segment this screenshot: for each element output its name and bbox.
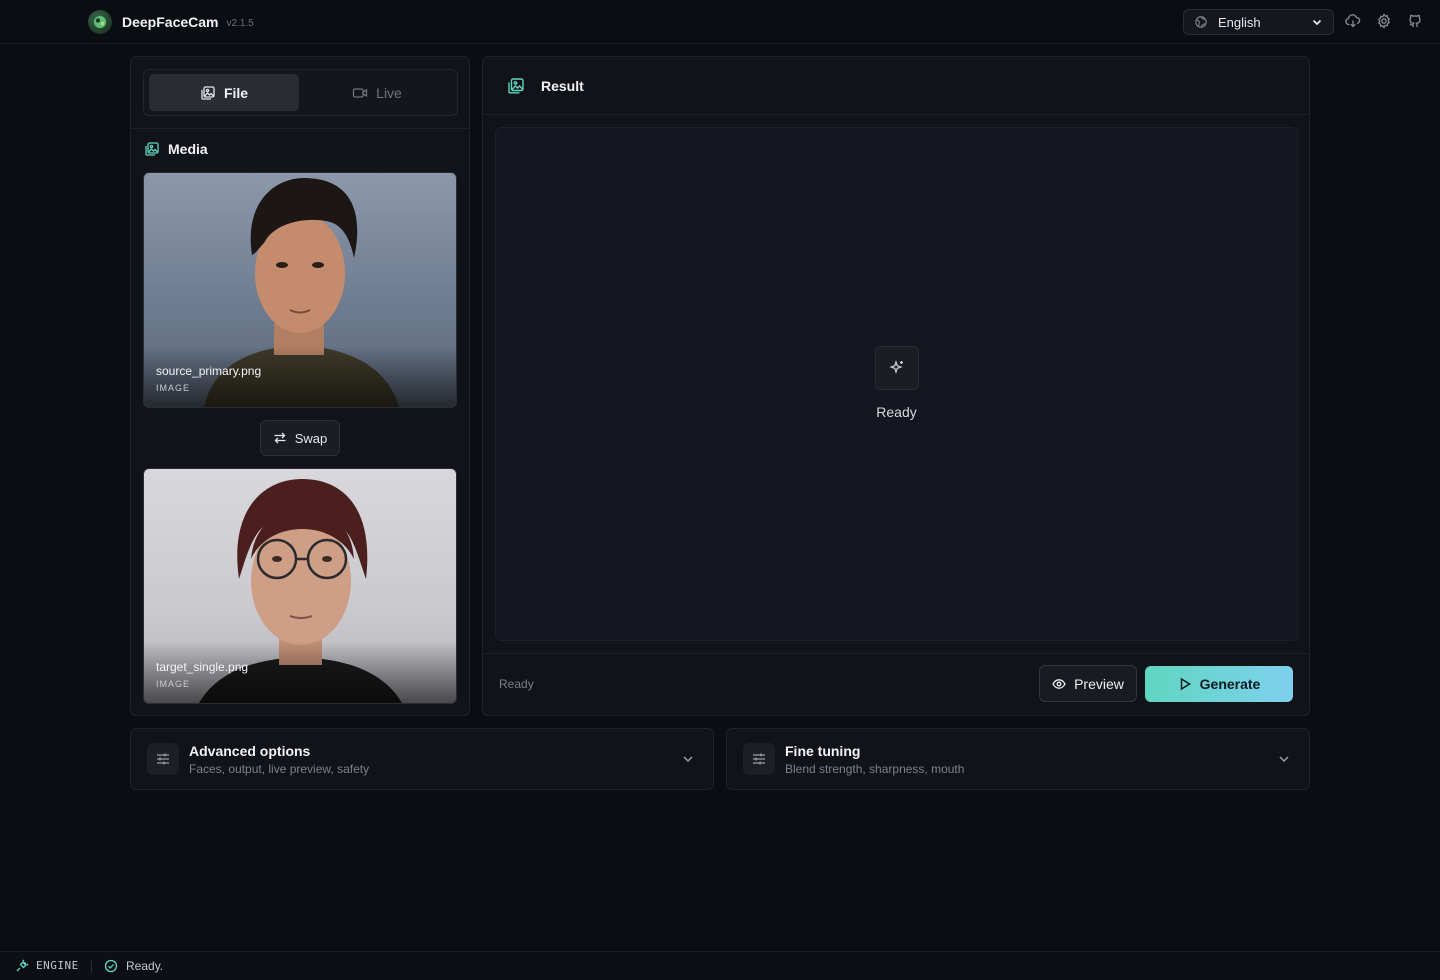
app-version: v2.1.5 — [226, 17, 254, 29]
target-filetype: IMAGE — [156, 679, 191, 689]
images-icon — [145, 142, 159, 156]
preview-button[interactable]: Preview — [1039, 665, 1137, 702]
advanced-options-title: Advanced options — [189, 743, 311, 759]
engine-indicator[interactable]: ENGINE — [16, 959, 79, 972]
result-panel: Result Ready Ready Preview Generate — [482, 56, 1310, 716]
result-preview-area: Ready — [495, 127, 1298, 641]
engine-label: ENGINE — [36, 959, 79, 972]
cloud-download-icon[interactable] — [1345, 13, 1361, 29]
app-name: DeepFaceCam — [122, 14, 219, 30]
play-icon — [1180, 677, 1191, 691]
status-text: Ready. — [126, 959, 164, 973]
brand: DeepFaceCam v2.1.5 — [88, 10, 254, 34]
result-placeholder-text: Ready — [876, 404, 917, 420]
fine-tuning-subtitle: Blend strength, sharpness, mouth — [785, 762, 965, 776]
divider — [91, 960, 92, 973]
plug-icon — [16, 959, 29, 972]
check-circle-icon — [104, 959, 118, 973]
generate-button[interactable]: Generate — [1145, 666, 1293, 702]
preview-label: Preview — [1074, 675, 1124, 692]
divider — [483, 114, 1309, 115]
media-panel: File Live Media source_primary.png IMAGE… — [130, 56, 470, 716]
chevron-down-icon — [1312, 19, 1322, 26]
chevron-down-icon — [1279, 756, 1289, 763]
divider — [483, 653, 1309, 654]
github-icon[interactable] — [1407, 13, 1423, 29]
app-logo-icon — [88, 10, 112, 34]
divider — [131, 128, 469, 129]
language-select[interactable]: English — [1183, 9, 1334, 35]
tab-live-label: Live — [376, 84, 402, 101]
source-filename: source_primary.png — [156, 364, 262, 378]
generate-label: Generate — [1199, 676, 1261, 692]
globe-icon — [1195, 16, 1207, 28]
tab-file-label: File — [223, 84, 249, 101]
swap-label: Swap — [294, 430, 328, 446]
source-media-card[interactable]: source_primary.png IMAGE — [143, 172, 457, 408]
source-filetype: IMAGE — [156, 383, 191, 393]
result-status-text: Ready — [499, 677, 534, 691]
settings-gear-icon[interactable] — [1376, 13, 1392, 29]
images-icon — [201, 85, 215, 100]
language-value: English — [1218, 14, 1261, 30]
fine-tuning-section[interactable]: Fine tuning Blend strength, sharpness, m… — [726, 728, 1310, 790]
result-title-label: Result — [541, 78, 584, 94]
app-header: DeepFaceCam v2.1.5 English — [0, 0, 1440, 44]
media-section-title: Media — [144, 141, 208, 157]
status-bar: ENGINE Ready. — [0, 951, 1440, 980]
video-camera-icon — [353, 87, 368, 98]
image-icon — [508, 78, 524, 94]
sliders-icon — [147, 743, 179, 775]
result-section-title: Result — [507, 77, 584, 95]
swap-button[interactable]: Swap — [260, 420, 340, 456]
status-indicator: Ready. — [104, 959, 163, 973]
target-filename: target_single.png — [156, 660, 249, 674]
advanced-options-subtitle: Faces, output, live preview, safety — [189, 762, 370, 776]
fine-tuning-title: Fine tuning — [785, 743, 861, 759]
eye-icon — [1052, 678, 1066, 689]
tab-live[interactable]: Live — [302, 74, 452, 111]
tab-file[interactable]: File — [149, 74, 299, 111]
target-media-card[interactable]: target_single.png IMAGE — [143, 468, 457, 704]
swap-arrows-icon — [274, 432, 286, 444]
mode-tabs: File Live — [143, 69, 458, 116]
media-title-label: Media — [168, 141, 208, 157]
sparkle-icon — [875, 346, 919, 390]
chevron-down-icon — [683, 756, 693, 763]
advanced-options-section[interactable]: Advanced options Faces, output, live pre… — [130, 728, 714, 790]
sliders-icon — [743, 743, 775, 775]
